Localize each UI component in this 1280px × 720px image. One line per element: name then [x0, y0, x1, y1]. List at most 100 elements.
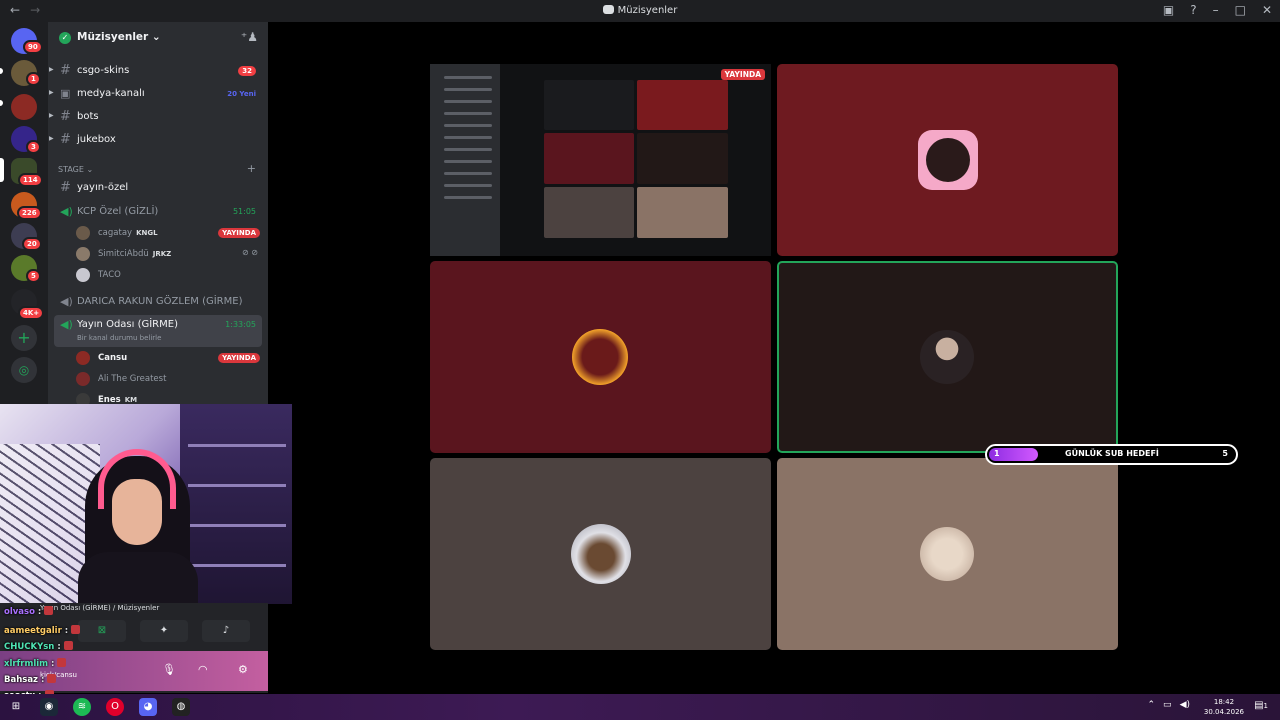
user-name: TACO [98, 270, 121, 280]
date: 30.04.2026 [1203, 708, 1244, 716]
streamer-body [78, 552, 198, 604]
voice-room-label[interactable]: Yayın Odası (GİRME) / Müzisyenler [40, 604, 159, 612]
avatar [920, 330, 974, 384]
channel-yayin-ozel[interactable]: # yayın-özel [48, 178, 268, 198]
discord-icon[interactable]: ◕ [139, 698, 157, 716]
emote-icon [57, 658, 67, 667]
spotify-icon[interactable]: ≋ [73, 698, 91, 716]
video-tile[interactable] [430, 458, 771, 650]
unread-pill [0, 100, 3, 106]
activities-button[interactable]: ✦ [140, 620, 188, 642]
channel-bots[interactable]: ▶ # bots [48, 107, 268, 127]
user-name: cagatay [98, 228, 133, 238]
channel-csgo-skins[interactable]: ▶ # csgo-skins 32 [48, 61, 268, 81]
obs-icon[interactable]: ◍ [172, 698, 190, 716]
taskbar: ⊞ ◉ ≋ O ◕ ◍ ⌃ ▭ ◀) 18:42 30.04.2026 ▤1 [0, 694, 1280, 720]
server-icon[interactable] [11, 94, 37, 120]
server-badge: 226 [17, 206, 42, 220]
category-stage[interactable]: STAGE ⌄ [58, 165, 93, 174]
voice-user[interactable]: TACO [76, 266, 260, 284]
media-channel-icon: ▣ [60, 87, 71, 100]
create-channel-icon[interactable]: + [247, 162, 256, 175]
volume-icon[interactable]: ◀) [1180, 700, 1190, 710]
voice-user[interactable]: cagatay KNGL YAYINDA [76, 224, 260, 242]
voice-user[interactable]: Ali The Greatest [76, 370, 260, 388]
soundboard-button[interactable]: ♪ [202, 620, 250, 642]
voice-timer: 51:05 [232, 207, 256, 216]
clock[interactable]: 18:42 30.04.2026 [1204, 697, 1244, 717]
screen-share-tile[interactable]: YAYINDA [430, 64, 771, 256]
channel-jukebox[interactable]: ▶ # jukebox [48, 130, 268, 150]
headphones [98, 449, 176, 509]
sub-goal-current: 1 [994, 449, 1000, 458]
channel-medya-kanali[interactable]: ▶ ▣ medya-kanalı 20 Yeni [48, 84, 268, 104]
user-name: Ali The Greatest [98, 374, 167, 384]
voice-channel-darica[interactable]: ◀) DARICA RAKUN GÖZLEM (GİRME) [48, 295, 268, 311]
shared-grid [544, 80, 728, 238]
settings-gear-icon[interactable]: ⚙ [238, 663, 248, 676]
explore-icon[interactable]: ◎ [11, 357, 37, 383]
voice-channel-label: KCP Özel (GİZLİ) [77, 206, 159, 217]
user-tag: KNGL [136, 229, 158, 237]
server-badge: 3 [26, 140, 41, 154]
maximize-icon[interactable]: □ [1235, 3, 1246, 17]
help-icon[interactable]: ? [1190, 3, 1196, 17]
notification-icon[interactable]: ▤1 [1254, 700, 1268, 711]
live-badge: YAYINDA [218, 228, 260, 238]
minimize-icon[interactable]: – [1213, 3, 1219, 17]
opera-icon[interactable]: O [106, 698, 124, 716]
chat-message: olvaso : [4, 606, 54, 617]
chat-user: xlrfrmlim [4, 659, 49, 669]
voice-channel-label: Yayın Odası (GİRME) [77, 319, 178, 330]
screen-share-button[interactable]: ⊠ [78, 620, 126, 642]
live-badge: YAYINDA [218, 353, 260, 363]
chat-message: CHUCKYsn : [4, 641, 73, 652]
network-icon[interactable]: ▭ [1163, 700, 1172, 710]
server-header[interactable]: ✓ Müzisyenler ⌄ ⁺♟ [48, 22, 268, 54]
avatar [76, 372, 90, 386]
text-channel-icon: # [60, 132, 71, 147]
microphone-icon[interactable]: 🎙 [162, 663, 176, 676]
chat-user: olvaso [4, 607, 35, 617]
unread-arrow-icon: ▶ [49, 135, 54, 142]
voice-channel-kcp[interactable]: ◀) KCP Özel (GİZLİ) 51:05 [48, 205, 268, 221]
voice-channel-yayin-odasi[interactable]: ◀) Yayın Odası (GİRME) 1:33:05 [48, 318, 268, 334]
chevron-up-icon[interactable]: ⌃ [1148, 700, 1156, 710]
text-channel-icon: # [60, 180, 71, 195]
avatar [76, 247, 90, 261]
voice-user[interactable]: Cansu YAYINDA [76, 349, 260, 367]
emote-icon [47, 674, 57, 683]
server-badge: 1 [26, 72, 41, 86]
live-badge: YAYINDA [720, 69, 765, 80]
mini-tile [544, 133, 634, 184]
channel-status[interactable]: Bir kanal durumu belirle [77, 334, 161, 342]
server-name: Müzisyenler ⌄ [77, 31, 161, 43]
video-tile[interactable] [777, 64, 1118, 256]
mini-tile [544, 187, 634, 238]
channel-label: csgo-skins [77, 65, 130, 76]
start-icon[interactable]: ⊞ [7, 698, 25, 716]
video-tile-speaking[interactable] [777, 261, 1118, 453]
voice-user[interactable]: SimitciAbdü JRKZ ⊘ ⊘ [76, 245, 260, 263]
user-tag: KM [124, 396, 138, 404]
channel-label: yayın-özel [77, 182, 129, 193]
add-server-icon[interactable]: + [11, 325, 37, 351]
invite-icon[interactable]: ⁺♟ [241, 30, 258, 44]
unread-arrow-icon: ▶ [49, 112, 54, 119]
video-tile[interactable] [777, 458, 1118, 650]
new-badge: 20 Yeni [227, 90, 256, 98]
inbox-icon[interactable]: ▣ [1163, 3, 1174, 17]
verified-icon: ✓ [59, 32, 71, 44]
unread-arrow-icon: ▶ [49, 66, 54, 73]
avatar [76, 351, 90, 365]
video-tile[interactable] [430, 261, 771, 453]
steam-icon[interactable]: ◉ [40, 698, 58, 716]
headset-icon[interactable]: ◠ [198, 663, 208, 676]
window-title: Müzisyenler [0, 5, 1280, 16]
emote-icon [44, 606, 54, 615]
close-icon[interactable]: ✕ [1262, 3, 1272, 17]
avatar [926, 138, 970, 182]
chat-message: aameetgalir : [4, 625, 81, 636]
voice-channel-label: DARICA RAKUN GÖZLEM (GİRME) [77, 296, 243, 307]
speaker-icon: ◀) [60, 295, 73, 308]
